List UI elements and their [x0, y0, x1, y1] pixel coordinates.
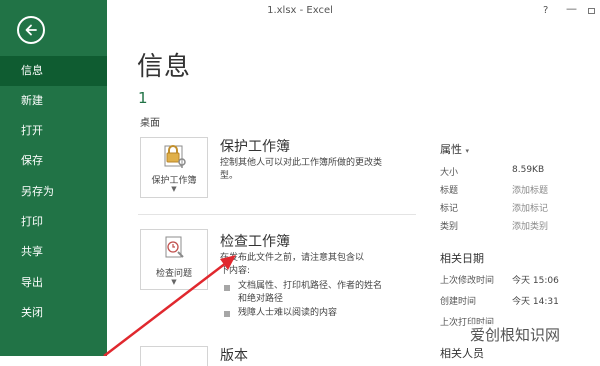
watermark: 爱创根知识网: [467, 324, 564, 345]
annotation-arrow: [103, 255, 236, 356]
